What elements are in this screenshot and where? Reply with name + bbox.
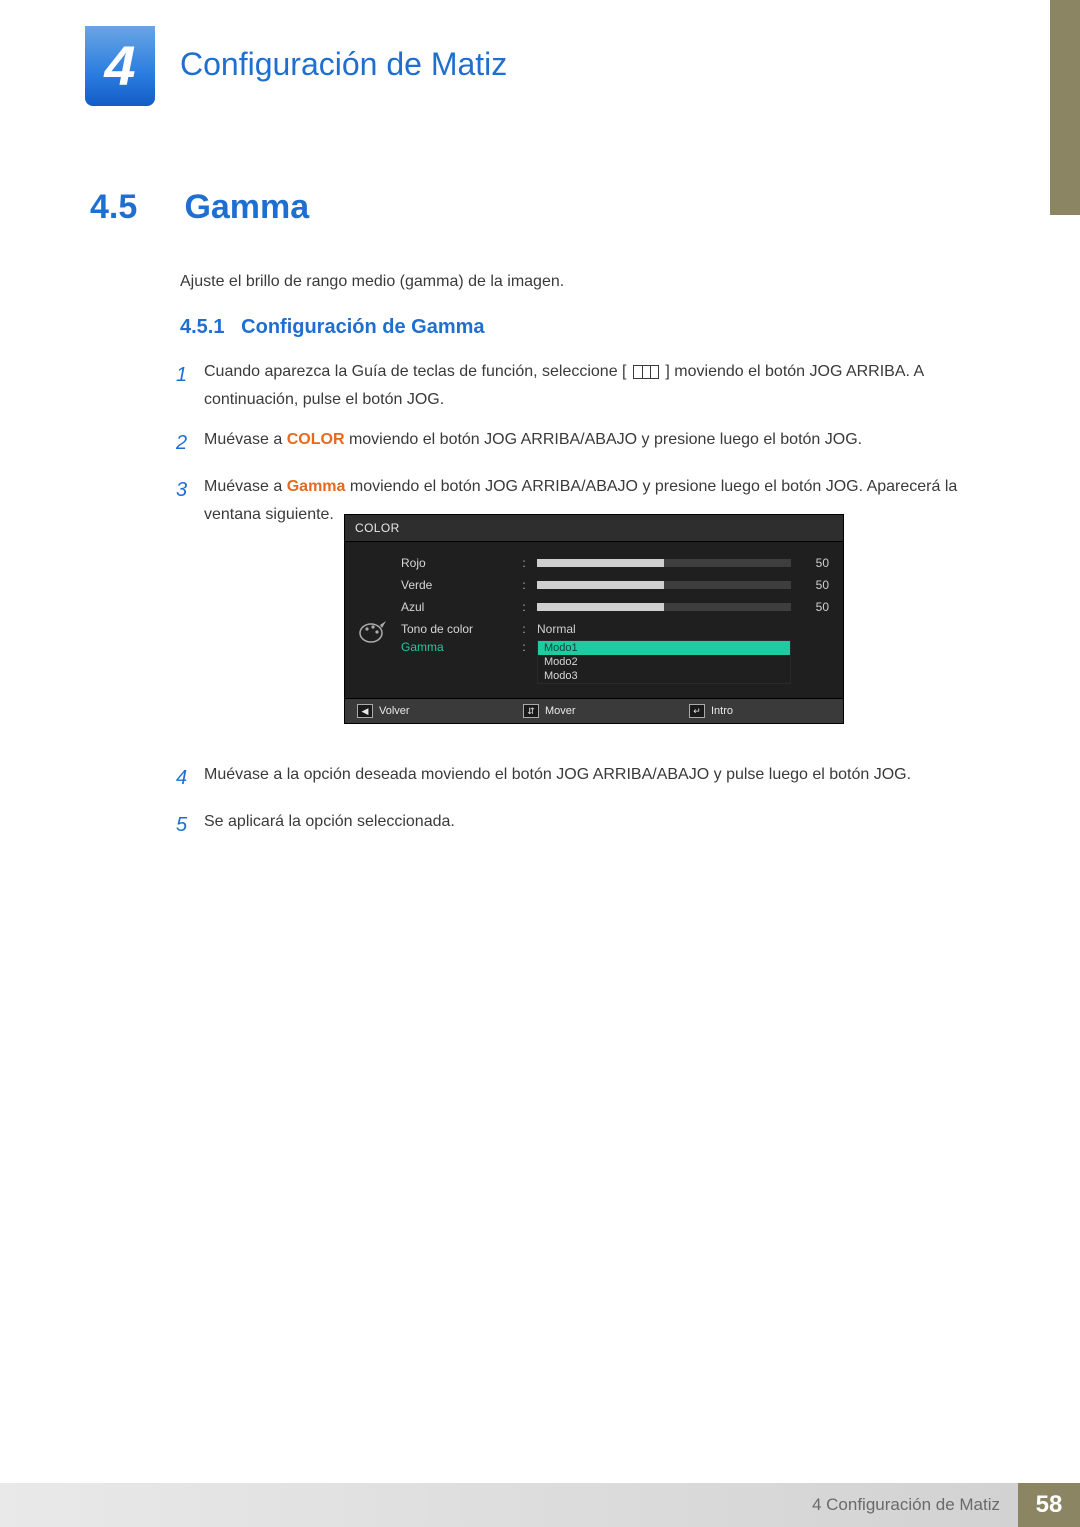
osd-label: Azul [401,600,511,614]
step-text: Muévase a la opción deseada moviendo el … [204,761,911,796]
menu-grid-icon [633,365,659,379]
page-number: 58 [1018,1483,1080,1527]
left-key-icon: ◀ [357,704,373,718]
osd-row-gamma: Gamma : Modo1 Modo2 Modo3 [401,640,829,684]
osd-option: Modo2 [538,655,790,669]
step-2: 2 Muévase a COLOR moviendo el botón JOG … [176,426,990,461]
step-1: 1 Cuando aparezca la Guía de teclas de f… [176,358,990,414]
step-number: 4 [176,761,204,796]
osd-foot-enter: ↵ Intro [677,699,843,723]
enter-key-icon: ↵ [689,704,705,718]
osd-window: COLOR Rojo : 50 Verde : 50 [344,514,844,724]
osd-slider [537,559,791,567]
osd-value: 50 [799,600,829,614]
osd-value: 50 [799,556,829,570]
page-footer: 4 Configuración de Matiz 58 [0,1483,1080,1527]
subsection-heading: 4.5.1 Configuración de Gamma [180,316,990,339]
osd-footer: ◀ Volver ⇵ Mover ↵ Intro [345,698,843,723]
chapter-badge: 4 [85,26,155,106]
updown-key-icon: ⇵ [523,704,539,718]
step-number: 5 [176,808,204,843]
osd-slider [537,581,791,589]
step-number: 3 [176,473,204,529]
osd-dropdown: Modo1 Modo2 Modo3 [537,640,791,684]
osd-row-rojo: Rojo : 50 [401,552,829,574]
top-right-strip [1050,0,1080,215]
step-number: 1 [176,358,204,414]
osd-option: Modo3 [538,669,790,683]
chapter-title: Configuración de Matiz [180,46,507,83]
footer-text: 4 Configuración de Matiz [0,1483,1018,1527]
osd-slider [537,603,791,611]
step-text: Se aplicará la opción seleccionada. [204,808,455,843]
osd-row-tono: Tono de color : Normal [401,618,829,640]
osd-label: Tono de color [401,622,511,636]
osd-label-active: Gamma [401,640,511,654]
osd-row-verde: Verde : 50 [401,574,829,596]
chapter-number: 4 [104,38,135,94]
subsection-number: 4.5.1 [180,316,224,338]
osd-value: Normal [537,622,791,636]
step-4: 4 Muévase a la opción deseada moviendo e… [176,761,990,796]
subsection-title: Configuración de Gamma [241,316,484,338]
osd-foot-back: ◀ Volver [345,699,511,723]
osd-table: Rojo : 50 Verde : 50 Azul : 50 Tono de c… [401,552,843,684]
section-title: Gamma [184,188,309,227]
section-intro: Ajuste el brillo de rango medio (gamma) … [180,270,990,294]
step-5: 5 Se aplicará la opción seleccionada. [176,808,990,843]
osd-label: Verde [401,578,511,592]
highlight-color: COLOR [287,431,345,448]
osd-row-azul: Azul : 50 [401,596,829,618]
osd-value: 50 [799,578,829,592]
step-text: Muévase a COLOR moviendo el botón JOG AR… [204,426,862,461]
section-number: 4.5 [90,188,180,227]
section-heading: 4.5 Gamma [90,188,990,227]
osd-body: Rojo : 50 Verde : 50 Azul : 50 Tono de c… [345,542,843,698]
osd-option-selected: Modo1 [538,641,790,655]
osd-foot-move: ⇵ Mover [511,699,677,723]
palette-icon [345,552,401,684]
osd-label: Rojo [401,556,511,570]
step-text: Cuando aparezca la Guía de teclas de fun… [204,358,990,414]
osd-title: COLOR [345,515,843,542]
step-number: 2 [176,426,204,461]
highlight-gamma: Gamma [287,478,346,495]
